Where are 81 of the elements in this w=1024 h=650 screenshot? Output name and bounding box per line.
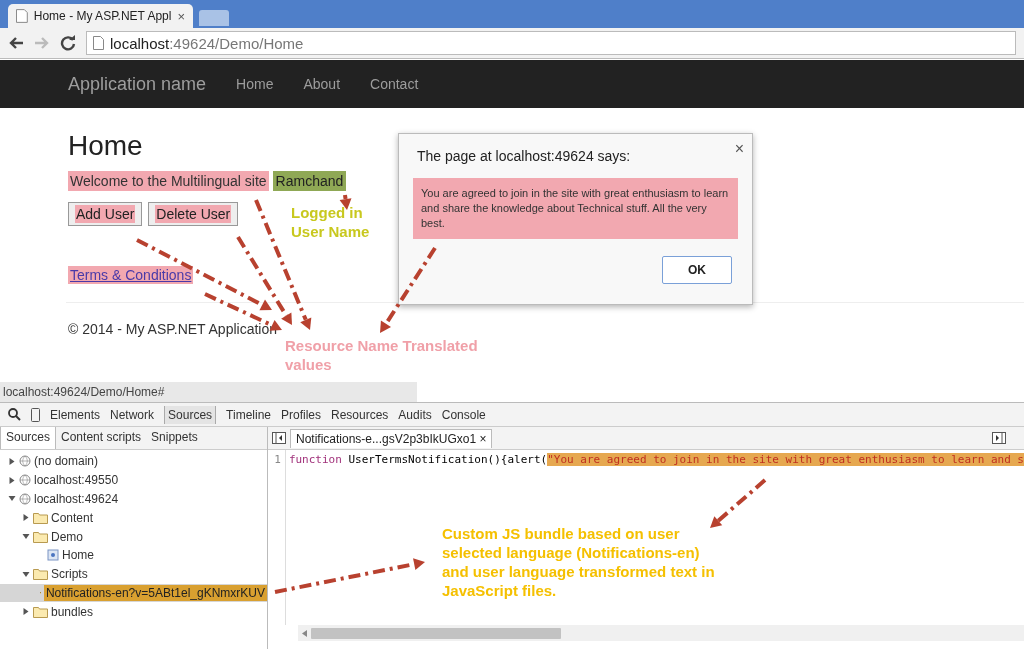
ok-button[interactable]: OK [662,256,732,284]
tree-label: bundles [51,604,94,619]
dialog-title: The page at localhost:49624 says: [417,148,632,164]
tree-label: Notifications-en?v=5ABt1el_gKNmxrKUV [43,584,267,601]
expanded-triangle-icon[interactable] [8,495,16,503]
dialog-message: You are agreed to join in the site with great enthusiasm to learn and share the knowledge about Technical stuff. All the very best. [413,178,738,239]
collapsed-triangle-icon[interactable] [22,514,30,522]
tree-row[interactable]: Home [0,546,267,565]
folder-icon [33,530,48,543]
folder-icon [33,511,48,524]
tree-row[interactable]: localhost:49624 [0,489,267,509]
annotation-text: Logged in User Name [291,203,371,241]
devtools-tab[interactable]: Profiles [281,405,321,424]
navigator-tab[interactable]: Sources [0,427,57,449]
horizontal-scrollbar[interactable] [298,625,1024,641]
tree-row[interactable]: Scripts [0,564,267,584]
tree-row[interactable]: Demo [0,527,267,546]
devtools-tab[interactable]: Resources [331,405,389,424]
devtools-tab[interactable]: Timeline [226,405,271,424]
annotation-text: Resource Name Translated values [285,336,479,374]
device-icon[interactable] [31,407,40,422]
editor-tab[interactable]: Notifications-e...gsV2p3bIkUGxo1 × [290,428,493,448]
tree-row[interactable]: Notifications-en?v=5ABt1el_gKNmxrKUV [0,583,267,603]
expanded-triangle-icon[interactable] [22,570,30,578]
collapsed-triangle-icon[interactable] [22,608,30,616]
nav-link[interactable]: Home [236,76,274,92]
scroll-left-icon[interactable] [302,629,307,637]
welcome-text: Welcome to the Multilingual site [68,171,269,191]
page-heading: Home [68,130,143,162]
devtools-tab[interactable]: Console [441,405,486,424]
tree-label: localhost:49550 [34,473,119,488]
address-bar[interactable]: localhost:49624/Demo/Home [86,31,1016,55]
tree-label: localhost:49624 [34,492,119,506]
collapsed-triangle-icon[interactable] [8,457,16,465]
tree-row[interactable]: (no domain) [0,452,267,471]
tree-row[interactable]: Content [0,508,267,528]
page-icon [16,9,28,23]
annotation-text: Custom JS bundle based on user selected language (Notifications-en) and user language transformed text in JavaScript files. [442,524,716,600]
navigator-tab[interactable]: Content scripts [56,427,147,449]
globe-icon [19,455,31,468]
sidebar-toggle-icon[interactable] [992,432,1006,444]
close-icon[interactable]: × [734,140,744,158]
back-icon[interactable] [8,36,24,50]
tree-row[interactable]: bundles [0,602,267,622]
navigator-tab[interactable]: Snippets [146,427,203,449]
reload-icon[interactable] [60,35,76,51]
nav-link[interactable]: Contact [370,76,419,92]
brand-link[interactable]: Application name [68,73,207,95]
tree-label: Scripts [51,567,88,582]
footer-text: © 2014 - My ASP.NET Application [68,321,279,337]
line-number: 1 [274,453,281,466]
user-name: Ramchand [272,171,347,191]
tree-row[interactable]: localhost:49550 [0,470,267,490]
devtools-tab[interactable]: Elements [50,405,101,424]
tree-label: Home [62,548,94,563]
sidebar-toggle-icon[interactable] [272,432,286,444]
devtools-tab[interactable]: Audits [398,405,432,424]
folder-icon [33,568,48,581]
devtools-tab[interactable]: Sources [164,405,217,424]
page-icon [93,36,104,50]
browser-tab[interactable]: Home - My ASP.NET Appl × [8,4,193,28]
tree-label: (no domain) [34,454,99,469]
globe-icon [19,493,31,505]
close-icon[interactable]: × [479,431,487,446]
folder-icon [33,605,48,618]
expanded-triangle-icon[interactable] [22,533,30,541]
tree-label: Demo [51,529,83,544]
close-icon[interactable]: × [177,8,185,24]
globe-icon [19,474,31,487]
collapsed-triangle-icon[interactable] [8,476,16,484]
devtools-tab[interactable]: Network [110,405,155,424]
document-icon [47,549,59,562]
user-action-button[interactable]: Delete User [148,202,239,226]
tree-label: Content [51,510,94,525]
status-url: localhost:49624/Demo/Home# [0,382,417,402]
code-line: function UserTermsNotification(){alert("You are agreed to join in the site with great enthusiasm to learn and s [287,452,1024,468]
terms-link[interactable]: Terms & Conditions [68,266,194,284]
search-icon[interactable] [8,408,21,421]
annotation-arrow [710,478,767,528]
user-action-button[interactable]: Add User [68,202,143,226]
nav-link[interactable]: About [303,76,341,92]
